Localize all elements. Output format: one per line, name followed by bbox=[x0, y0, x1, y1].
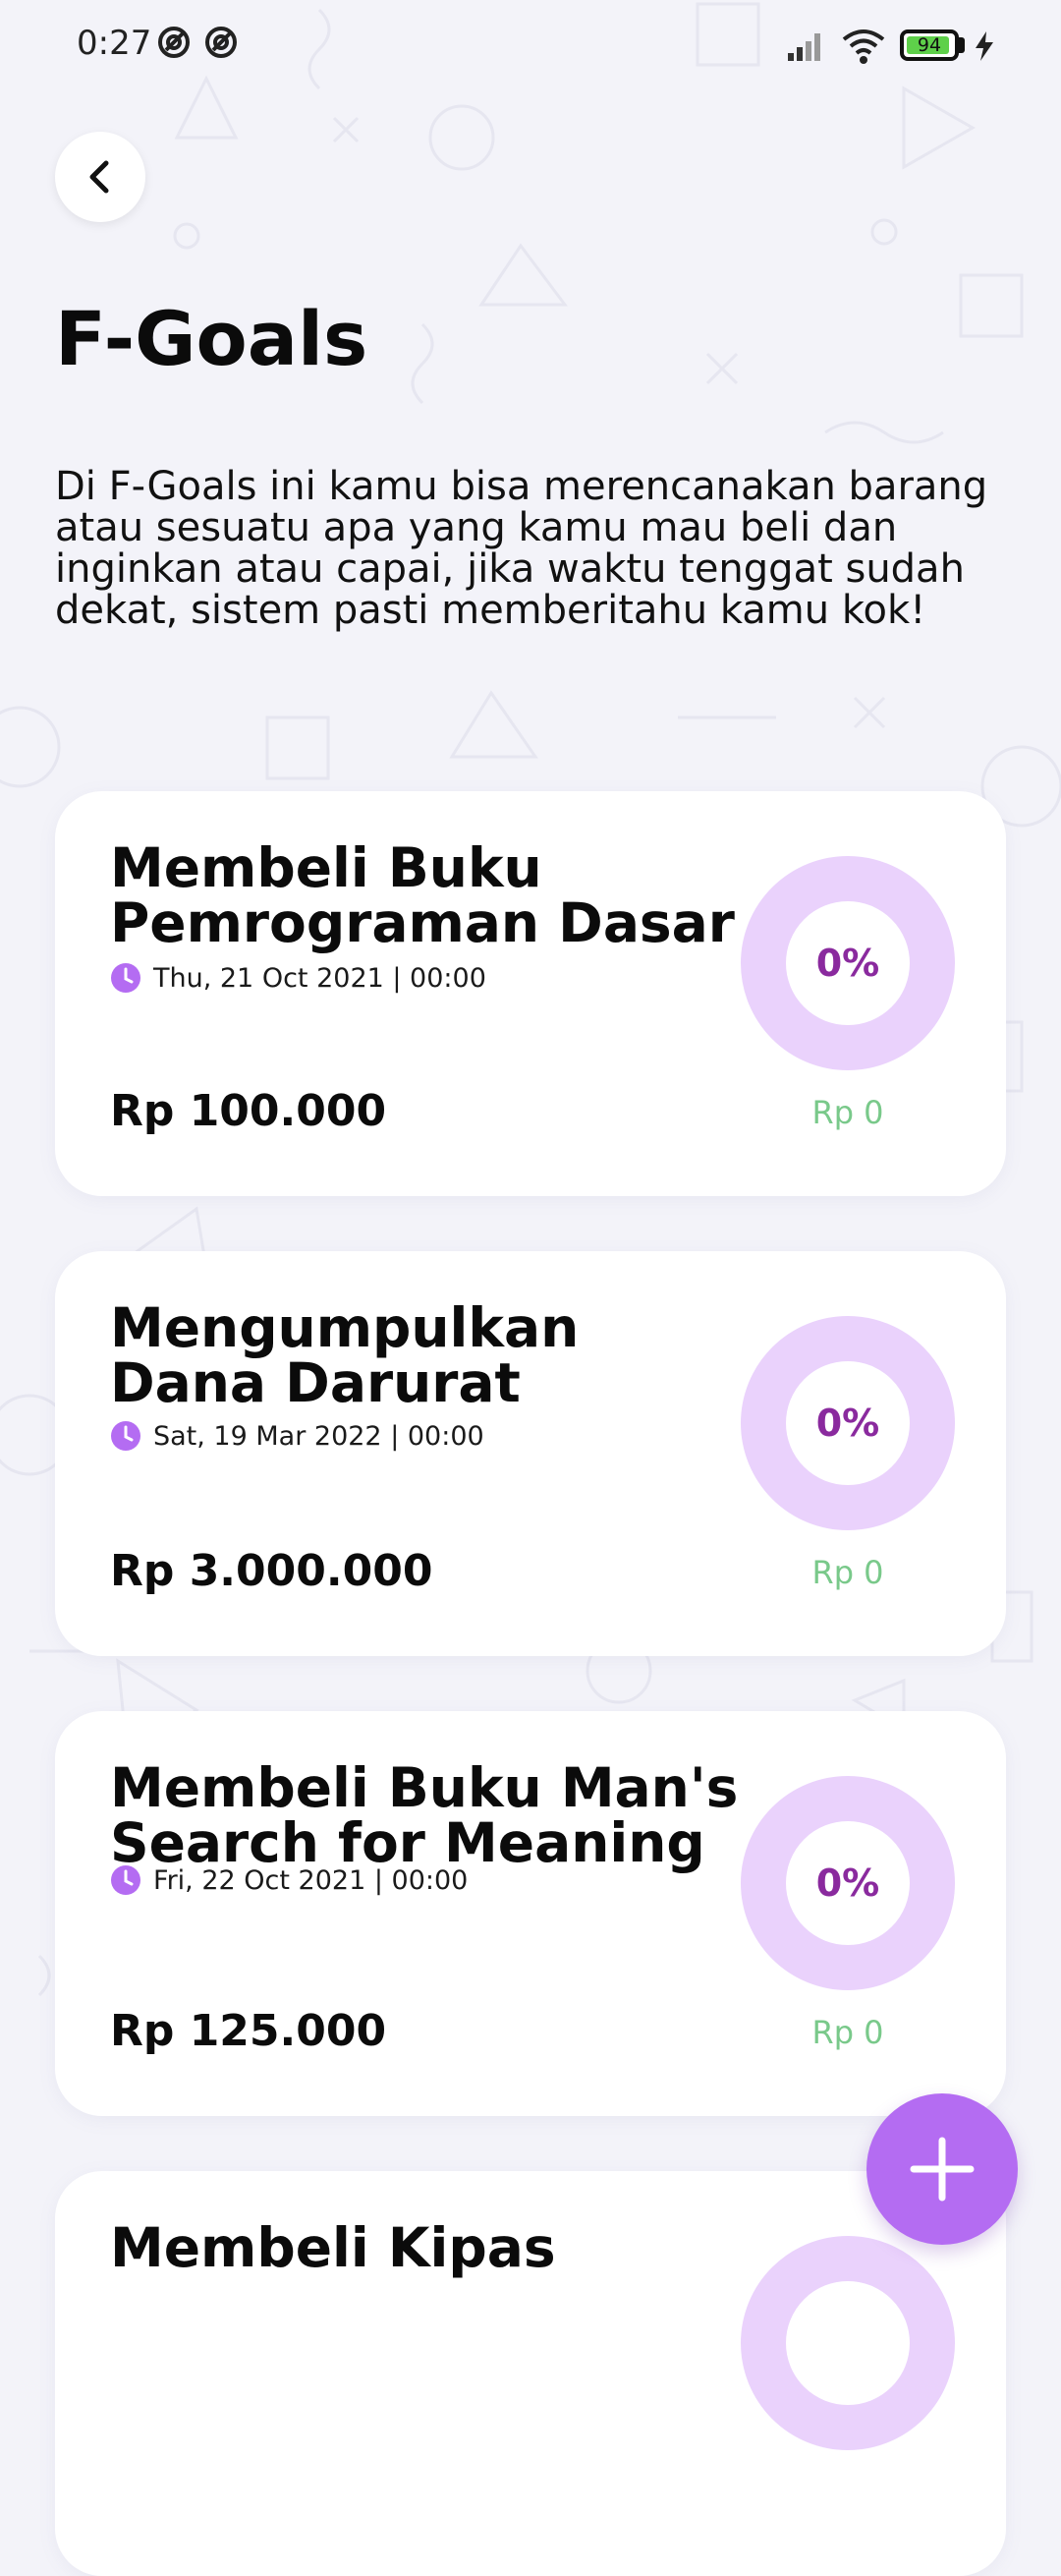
goal-target-amount: Rp 125.000 bbox=[110, 2006, 387, 2056]
page-description: Di F-Goals ini kamu bisa merencanakan ba… bbox=[55, 464, 988, 633]
status-time: 0:27 bbox=[77, 24, 152, 63]
clock-icon bbox=[111, 1865, 140, 1895]
goal-deadline-date: Fri, 22 Oct 2021 | 00:00 bbox=[153, 1864, 469, 1896]
charging-bolt-icon bbox=[976, 31, 993, 61]
battery-level: 94 bbox=[917, 34, 942, 56]
goal-saved-amount: Rp 0 bbox=[811, 1094, 884, 1131]
goal-saved-amount: Rp 0 bbox=[811, 1554, 884, 1591]
goal-title: Mengumpulkan Dana Darurat bbox=[110, 1296, 580, 1414]
signal-icon bbox=[788, 33, 820, 61]
goal-deadline: Sat, 19 Mar 2022 | 00:00 bbox=[110, 1416, 484, 1456]
progress-ring: 0% bbox=[741, 1316, 955, 1530]
goal-card[interactable]: Membeli Kipas bbox=[55, 2171, 1006, 2576]
status-bar: 0:27 94 bbox=[0, 0, 1061, 94]
progress-percentage: 0% bbox=[815, 1861, 880, 1905]
progress-percentage: 0% bbox=[815, 1402, 880, 1445]
battery-indicator: 94 bbox=[900, 29, 959, 61]
wifi-icon bbox=[842, 29, 885, 64]
goal-saved-amount: Rp 0 bbox=[811, 2014, 884, 2051]
progress-percentage: 0% bbox=[815, 942, 880, 985]
at-sign-icon bbox=[205, 27, 237, 58]
battery-cap bbox=[959, 37, 965, 53]
progress-ring: 0% bbox=[741, 1776, 955, 1990]
goal-deadline-date: Sat, 19 Mar 2022 | 00:00 bbox=[153, 1420, 484, 1452]
goal-title: Membeli Buku Man's Search for Meaning bbox=[110, 1756, 739, 1874]
back-button[interactable] bbox=[55, 132, 145, 222]
goal-card[interactable]: Membeli Buku Man's Search for Meaning Fr… bbox=[55, 1711, 1006, 2116]
goal-card[interactable]: Mengumpulkan Dana Darurat Sat, 19 Mar 20… bbox=[55, 1251, 1006, 1656]
goal-title: Membeli Buku Pemrograman Dasar bbox=[110, 836, 735, 954]
progress-ring: 0% bbox=[741, 856, 955, 1070]
add-goal-button[interactable] bbox=[866, 2093, 1018, 2245]
goal-deadline-date: Thu, 21 Oct 2021 | 00:00 bbox=[153, 962, 486, 994]
plus-icon bbox=[910, 2137, 975, 2202]
goal-target-amount: Rp 3.000.000 bbox=[110, 1546, 433, 1596]
at-sign-icon bbox=[158, 27, 190, 58]
clock-icon bbox=[111, 963, 140, 993]
goal-deadline: Fri, 22 Oct 2021 | 00:00 bbox=[110, 1860, 468, 1900]
goal-target-amount: Rp 100.000 bbox=[110, 1086, 387, 1136]
progress-ring bbox=[741, 2236, 955, 2450]
goal-card[interactable]: Membeli Buku Pemrograman Dasar Thu, 21 O… bbox=[55, 791, 1006, 1196]
goal-deadline: Thu, 21 Oct 2021 | 00:00 bbox=[110, 958, 486, 998]
clock-icon bbox=[111, 1421, 140, 1451]
chevron-left-icon bbox=[89, 160, 109, 194]
page-title: F-Goals bbox=[55, 295, 368, 382]
goal-title: Membeli Kipas bbox=[110, 2216, 556, 2279]
